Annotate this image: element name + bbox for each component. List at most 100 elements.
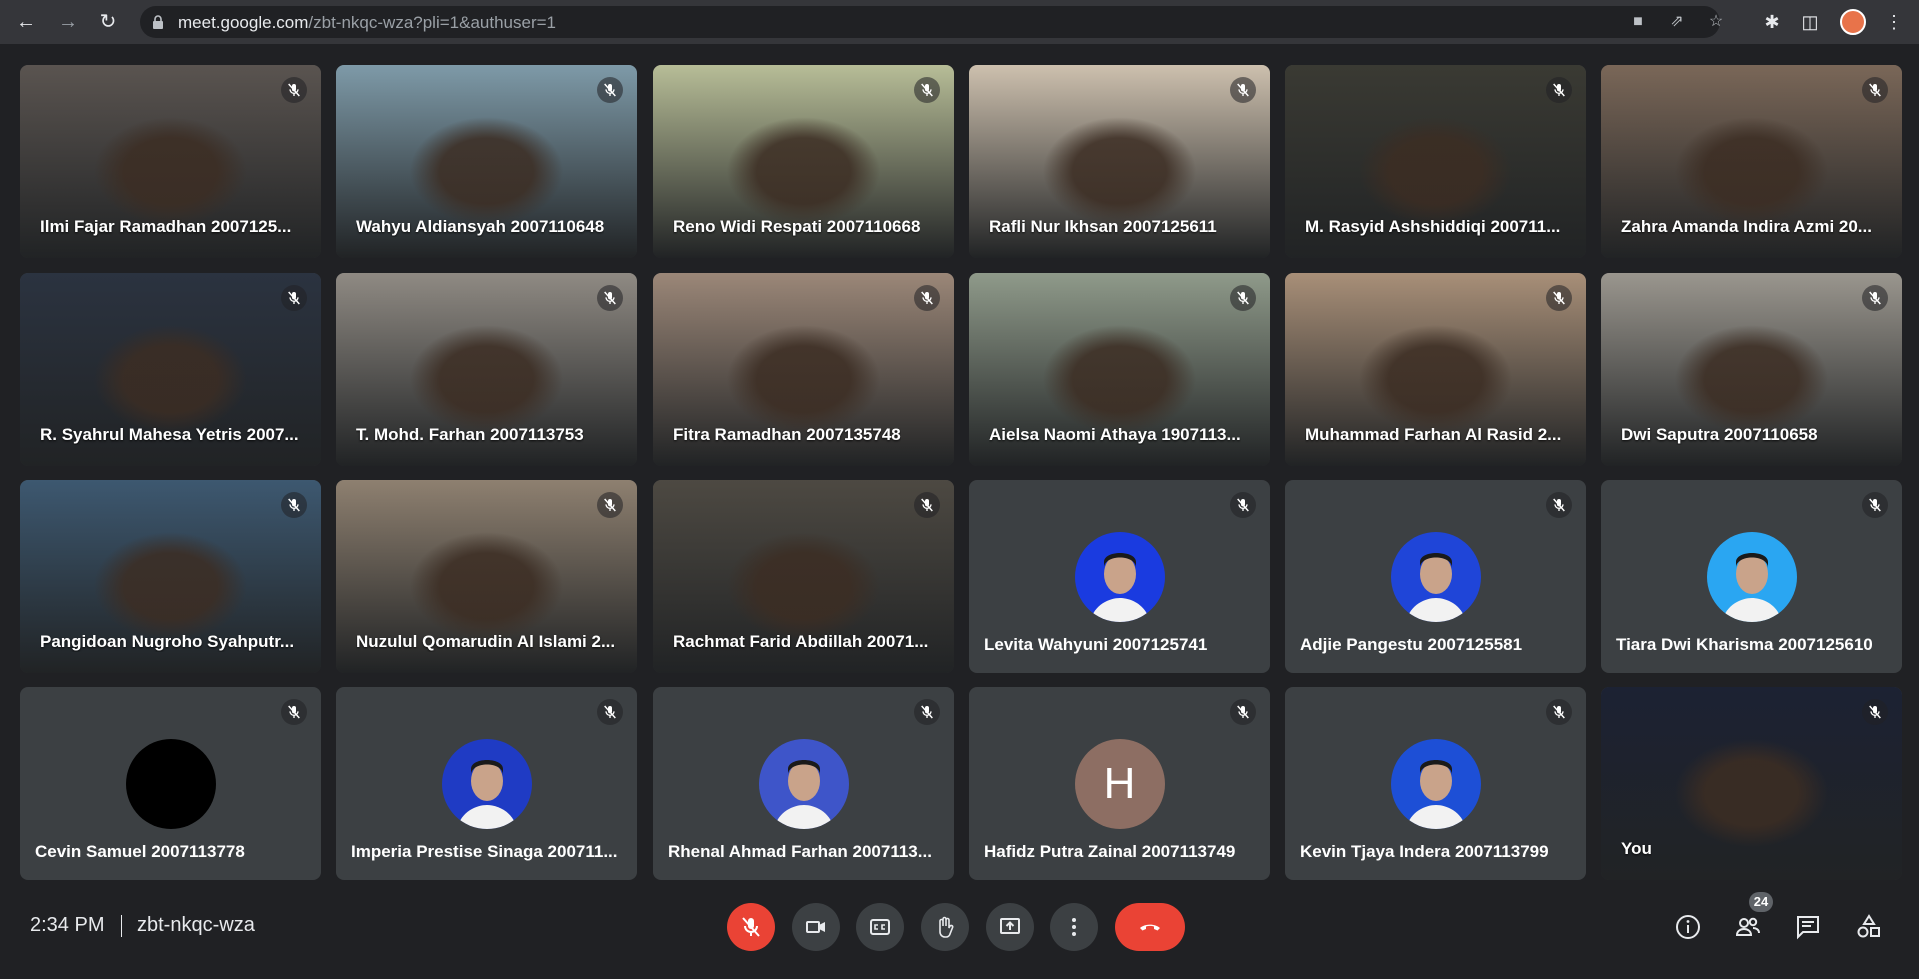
bookmark-star-icon[interactable]: ☆ — [1706, 12, 1726, 32]
mic-off-icon — [1546, 699, 1572, 725]
participant-avatar — [1390, 738, 1481, 829]
url-text[interactable]: meet.google.com/zbt-nkqc-wza?pli=1&authu… — [178, 13, 556, 33]
participant-tile[interactable]: Dwi Saputra 2007110658 — [1601, 273, 1902, 466]
people-icon[interactable] — [1734, 913, 1762, 941]
mic-off-icon — [1230, 77, 1256, 103]
mic-off-icon — [1230, 285, 1256, 311]
participant-name: Tiara Dwi Kharisma 2007125610 — [1616, 635, 1873, 654]
mic-off-icon — [914, 492, 940, 518]
participant-tile[interactable]: Reno Widi Respati 2007110668 — [653, 65, 954, 258]
video-camera-icon — [806, 921, 825, 933]
leave-call-button[interactable] — [1115, 903, 1185, 951]
mic-off-icon — [742, 917, 760, 937]
mic-off-icon — [1862, 699, 1888, 725]
participant-tile[interactable]: Kevin Tjaya Indera 2007113799 — [1285, 687, 1586, 880]
reload-icon[interactable]: ↻ — [96, 10, 120, 34]
participant-tile[interactable]: Pangidoan Nugroho Syahputr... — [20, 480, 321, 673]
participant-tile[interactable]: R. Syahrul Mahesa Yetris 2007... — [20, 273, 321, 466]
mic-off-icon — [1230, 699, 1256, 725]
mic-off-icon — [597, 77, 623, 103]
participant-avatar: H — [1074, 738, 1165, 829]
participant-tile[interactable]: Rhenal Ahmad Farhan 2007113... — [653, 687, 954, 880]
participant-name: Nuzulul Qomarudin Al Islami 2... — [356, 632, 616, 651]
participant-tile[interactable]: Zahra Amanda Indira Azmi 20... — [1601, 65, 1902, 258]
participant-name: Rhenal Ahmad Farhan 2007113... — [668, 842, 932, 861]
camera-toggle-button[interactable] — [792, 903, 840, 951]
participant-tile[interactable]: Rafli Nur Ikhsan 2007125611 — [969, 65, 1270, 258]
present-screen-button[interactable] — [986, 903, 1034, 951]
participant-tile[interactable]: M. Rasyid Ashshiddiqi 200711... — [1285, 65, 1586, 258]
participant-tile[interactable]: Wahyu Aldiansyah 2007110648 — [336, 65, 637, 258]
mic-off-icon — [281, 77, 307, 103]
mic-off-icon — [597, 699, 623, 725]
browser-menu-icon[interactable]: ⋮ — [1882, 10, 1906, 34]
participant-name: Kevin Tjaya Indera 2007113799 — [1300, 842, 1549, 861]
participant-tile[interactable]: Aielsa Naomi Athaya 1907113... — [969, 273, 1270, 466]
participant-tile[interactable]: Rachmat Farid Abdillah 20071... — [653, 480, 954, 673]
participant-tile[interactable]: Levita Wahyuni 2007125741 — [969, 480, 1270, 673]
participant-tile[interactable]: Fitra Ramadhan 2007135748 — [653, 273, 954, 466]
present-icon — [1000, 918, 1020, 934]
participant-avatar — [758, 738, 849, 829]
participant-name: Hafidz Putra Zainal 2007113749 — [984, 842, 1236, 861]
participant-name: M. Rasyid Ashshiddiqi 200711... — [1305, 217, 1561, 236]
participant-name: Ilmi Fajar Ramadhan 2007125... — [40, 217, 292, 236]
more-vert-icon — [1072, 918, 1076, 936]
participant-name: Zahra Amanda Indira Azmi 20... — [1621, 217, 1872, 236]
raise-hand-button[interactable] — [921, 903, 969, 951]
url-path: /zbt-nkqc-wza?pli=1&authuser=1 — [308, 13, 556, 32]
side-panel-icon[interactable]: ◫ — [1798, 10, 1822, 34]
participant-tile[interactable]: You — [1601, 687, 1902, 880]
participant-name: Fitra Ramadhan 2007135748 — [673, 425, 901, 444]
participant-avatar — [1706, 531, 1797, 622]
avatar-initial: H — [1103, 758, 1136, 808]
share-icon[interactable]: ⇗ — [1667, 12, 1687, 32]
mic-off-icon — [281, 699, 307, 725]
more-options-button[interactable] — [1050, 903, 1098, 951]
participant-avatar — [441, 738, 532, 829]
participant-name: Rafli Nur Ikhsan 2007125611 — [989, 217, 1217, 236]
address-bar[interactable]: meet.google.com/zbt-nkqc-wza?pli=1&authu… — [140, 6, 1723, 38]
participant-avatar — [1074, 531, 1165, 622]
camera-permission-icon[interactable]: ■ — [1628, 12, 1648, 32]
participant-tile[interactable]: Ilmi Fajar Ramadhan 2007125... — [20, 65, 321, 258]
divider — [121, 915, 122, 937]
participant-name: You — [1621, 839, 1652, 858]
chat-icon[interactable] — [1794, 913, 1822, 941]
participant-count-badge: 24 — [1749, 892, 1773, 912]
participant-name: Pangidoan Nugroho Syahputr... — [40, 632, 295, 651]
participant-tile[interactable]: Tiara Dwi Kharisma 2007125610 — [1601, 480, 1902, 673]
participant-name: Levita Wahyuni 2007125741 — [984, 635, 1208, 654]
participant-tile[interactable]: T. Mohd. Farhan 2007113753 — [336, 273, 637, 466]
participant-tile[interactable]: Nuzulul Qomarudin Al Islami 2... — [336, 480, 637, 673]
meeting-details-icon[interactable] — [1674, 913, 1702, 941]
mic-off-icon — [1862, 77, 1888, 103]
captions-button[interactable] — [856, 903, 904, 951]
activities-icon[interactable] — [1855, 913, 1883, 941]
back-icon[interactable]: ← — [14, 10, 38, 34]
participant-name: Aielsa Naomi Athaya 1907113... — [989, 425, 1241, 444]
mic-off-icon — [1862, 492, 1888, 518]
browser-toolbar: ← → ↻ meet.google.com/zbt-nkqc-wza?pli=1… — [0, 0, 1919, 45]
participant-name: Rachmat Farid Abdillah 20071... — [673, 632, 929, 651]
meeting-time: 2:34 PM — [30, 914, 105, 936]
participant-name: Wahyu Aldiansyah 2007110648 — [356, 217, 605, 236]
participant-tile[interactable]: Muhammad Farhan Al Rasid 2... — [1285, 273, 1586, 466]
participant-name: Muhammad Farhan Al Rasid 2... — [1305, 425, 1562, 444]
extensions-icon[interactable]: ✱ — [1760, 10, 1784, 34]
microphone-toggle-button[interactable] — [727, 903, 775, 951]
forward-icon[interactable]: → — [56, 10, 80, 34]
mic-off-icon — [914, 285, 940, 311]
mic-off-icon — [914, 699, 940, 725]
mic-off-icon — [1546, 77, 1572, 103]
participant-tile[interactable]: H Hafidz Putra Zainal 2007113749 — [969, 687, 1270, 880]
mic-off-icon — [597, 285, 623, 311]
mic-off-icon — [597, 492, 623, 518]
participant-tile[interactable]: Adjie Pangestu 2007125581 — [1285, 480, 1586, 673]
meeting-code: zbt-nkqc-wza — [137, 914, 255, 936]
hand-icon — [939, 916, 954, 938]
profile-avatar[interactable] — [1840, 9, 1866, 35]
participant-tile[interactable]: Cevin Samuel 2007113778 — [20, 687, 321, 880]
participant-tile[interactable]: Imperia Prestise Sinaga 200711... — [336, 687, 637, 880]
participant-name: Reno Widi Respati 2007110668 — [673, 217, 921, 236]
